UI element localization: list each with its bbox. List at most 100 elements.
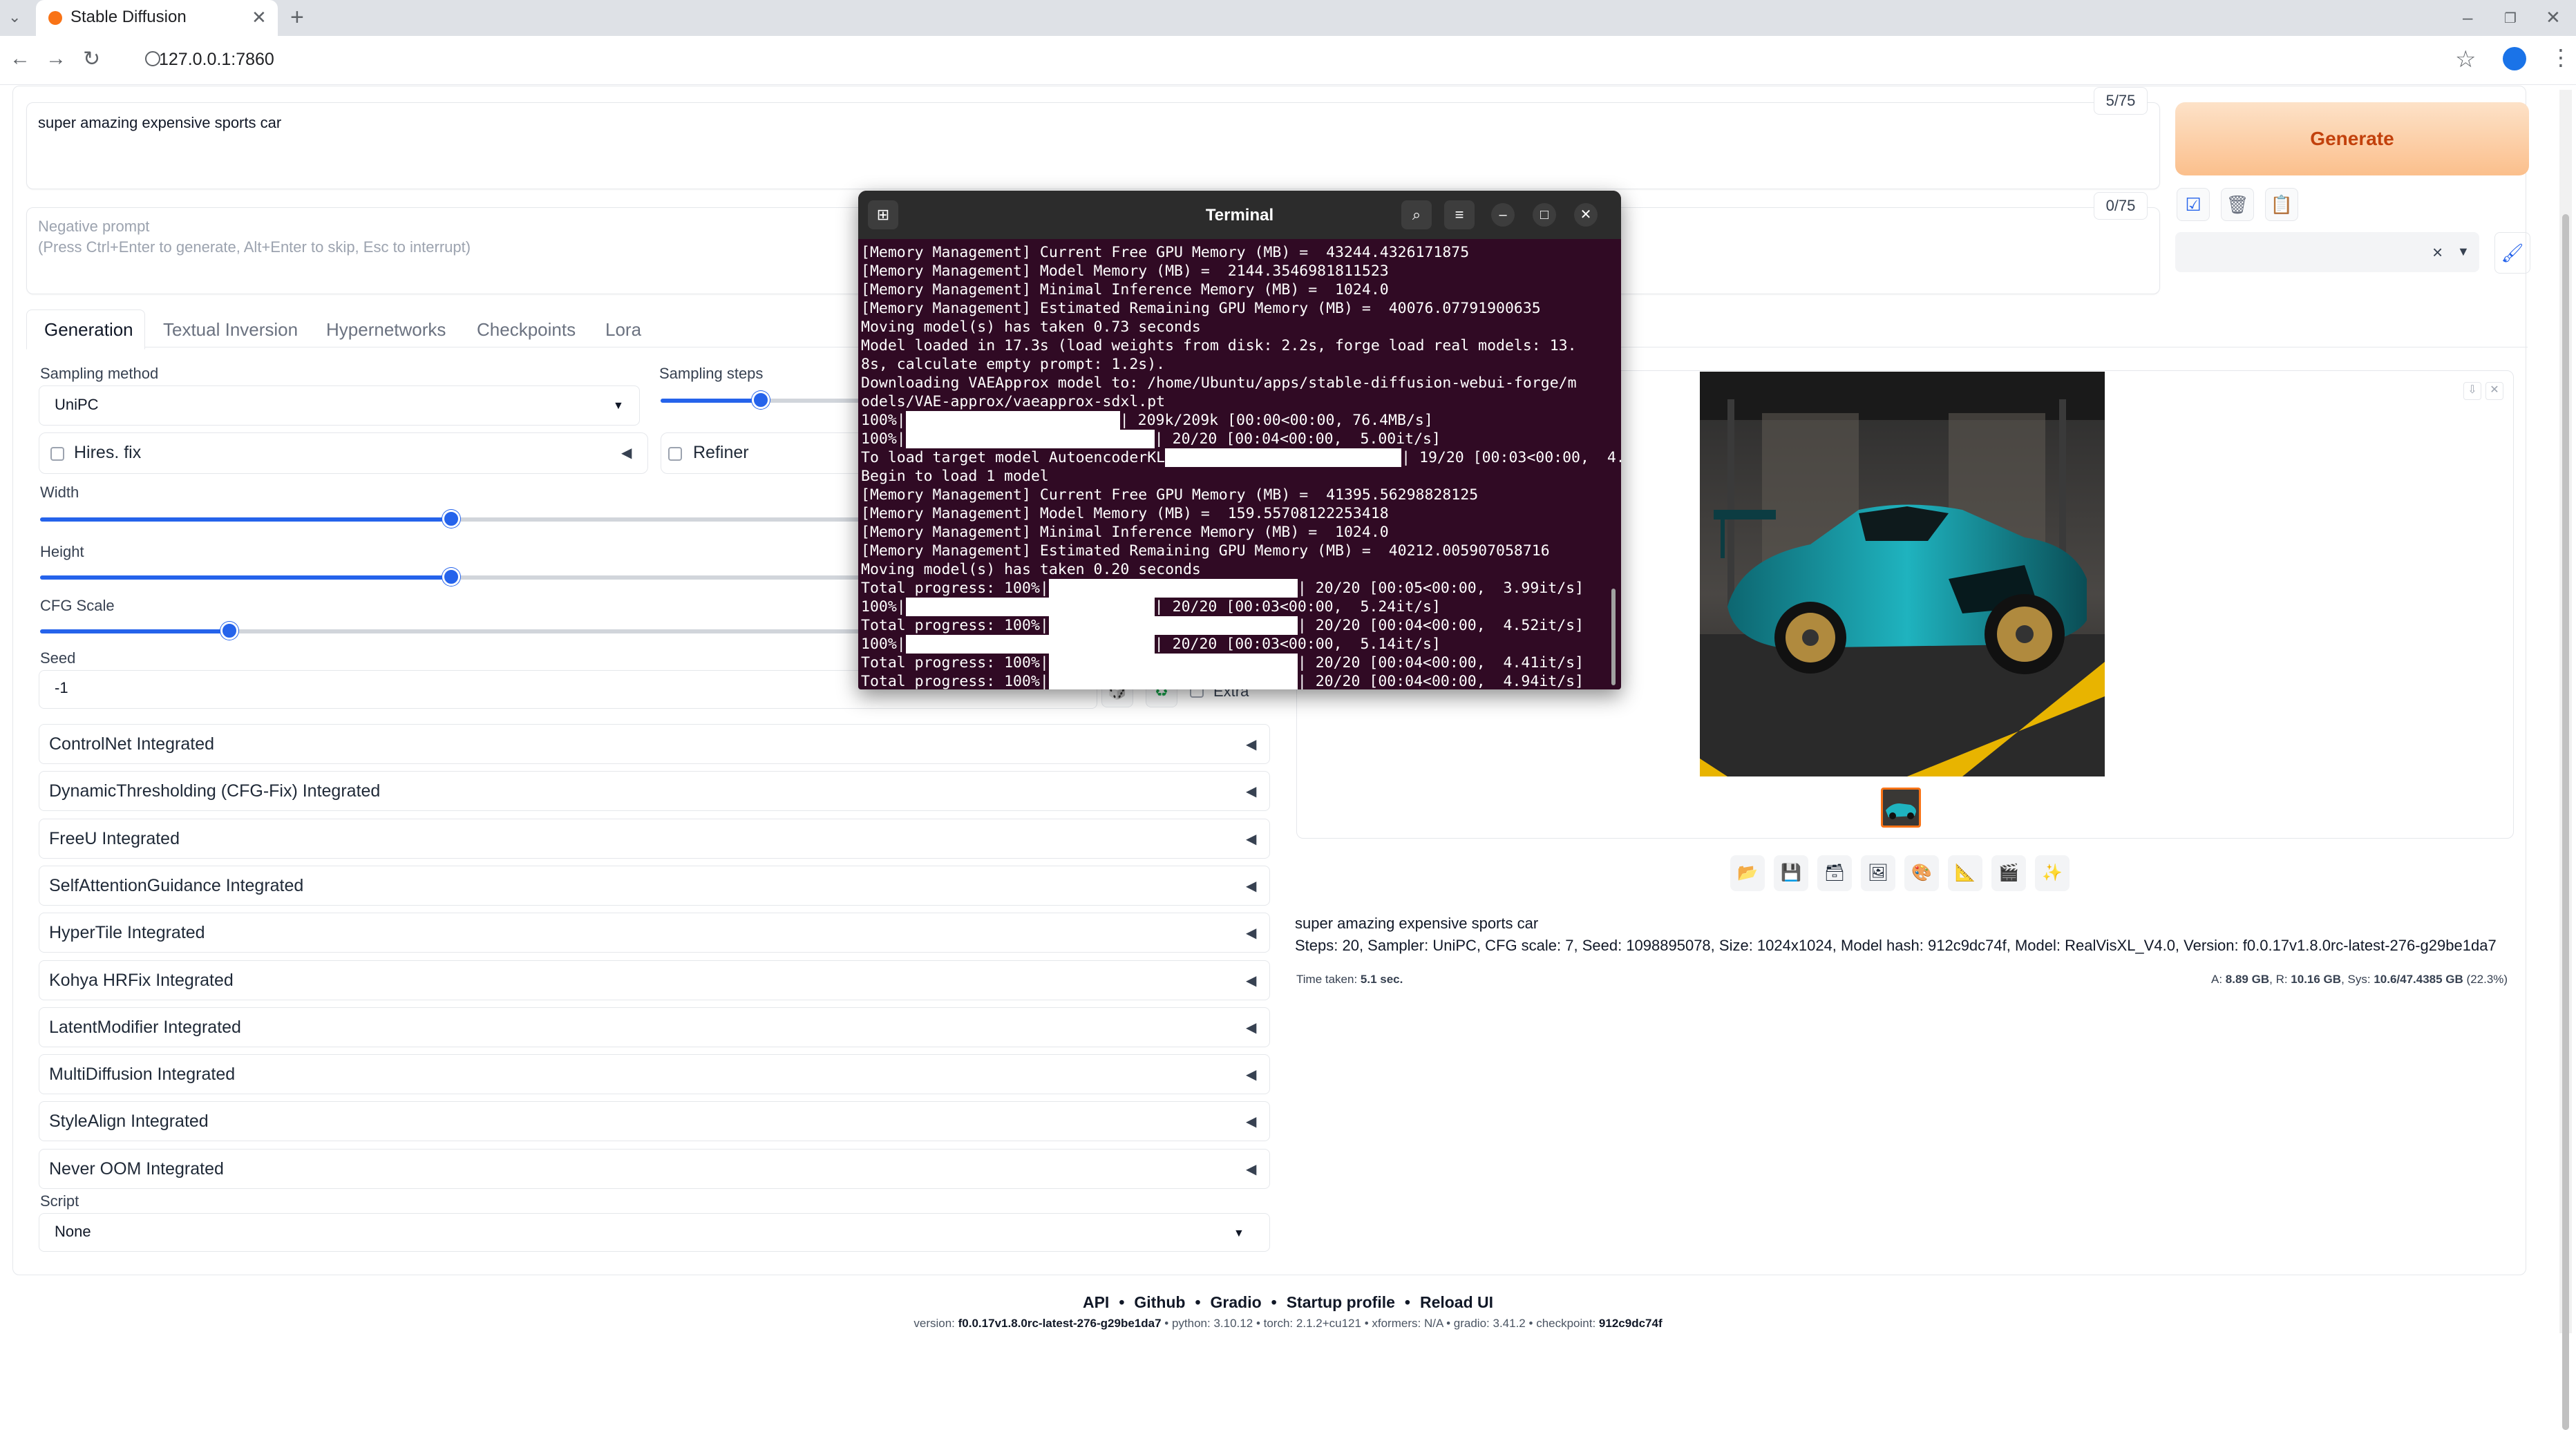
hires-fix-checkbox[interactable] — [50, 447, 64, 461]
footer-link[interactable]: Github — [1134, 1293, 1185, 1311]
accordion-item[interactable]: HyperTile Integrated ◀ — [39, 913, 1270, 953]
expand-arrow-icon[interactable]: ◀ — [1246, 924, 1256, 942]
film-icon[interactable]: 🎬 — [1991, 855, 2026, 891]
gallery-thumbnail[interactable] — [1881, 788, 1921, 828]
site-info-icon[interactable] — [145, 51, 160, 66]
accordion-item[interactable]: StyleAlign Integrated ◀ — [39, 1101, 1270, 1142]
expand-arrow-icon[interactable]: ◀ — [1246, 1019, 1256, 1036]
terminal-scrollbar-thumb[interactable] — [1611, 589, 1616, 685]
sampling-steps-knob[interactable] — [752, 391, 770, 409]
reload-icon[interactable]: ↻ — [83, 47, 100, 71]
accordion-item[interactable]: DynamicThresholding (CFG-Fix) Integrated… — [39, 771, 1270, 812]
browser-tab[interactable]: Stable Diffusion ✕ — [36, 0, 278, 36]
accordion-item[interactable]: SelfAttentionGuidance Integrated ◀ — [39, 865, 1270, 906]
address-bar[interactable]: 127.0.0.1:7860 — [131, 41, 2412, 77]
expand-arrow-icon[interactable]: ◀ — [1246, 783, 1256, 800]
tab-lora[interactable]: Lora — [605, 319, 641, 341]
edit-styles-brush-icon[interactable]: 🖌 — [2494, 232, 2530, 274]
refiner-accordion[interactable]: Refiner — [661, 432, 869, 474]
footer-link[interactable]: API — [1083, 1293, 1109, 1311]
tab-close-icon[interactable]: ✕ — [252, 7, 267, 28]
generate-button[interactable]: Generate — [2175, 102, 2529, 175]
minimize-window-icon[interactable]: – — [2463, 7, 2472, 28]
expand-arrow-icon[interactable]: ◀ — [1246, 830, 1256, 848]
expand-arrow-icon[interactable]: ◀ — [1246, 1161, 1256, 1178]
trash-icon[interactable]: 🗑 — [2221, 188, 2254, 221]
terminal-line: [Memory Management] Minimal Inference Me… — [861, 523, 1614, 542]
page-scrollbar-thumb[interactable] — [2562, 214, 2569, 1430]
accordion-item[interactable]: Kohya HRFix Integrated ◀ — [39, 960, 1270, 1000]
hires-fix-accordion[interactable]: Hires. fix ◀ — [39, 432, 648, 474]
terminal-line-text: Downloading VAEApprox model to: /home/Ub… — [861, 374, 1577, 392]
back-icon[interactable]: ← — [10, 47, 30, 70]
width-knob[interactable] — [442, 510, 460, 528]
page-scrollbar[interactable] — [2559, 90, 2572, 1430]
prompt-textarea[interactable]: super amazing expensive sports car — [26, 102, 2160, 189]
new-tab-button[interactable]: + — [290, 4, 304, 31]
forward-icon[interactable]: → — [46, 47, 66, 70]
tab-generation-label[interactable]: Generation — [44, 319, 133, 341]
profile-avatar-icon[interactable] — [2503, 47, 2526, 70]
sparkles-icon[interactable]: ✨ — [2035, 855, 2070, 891]
ruler-icon[interactable]: 📐 — [1948, 855, 1982, 891]
accordion-item[interactable]: LatentModifier Integrated ◀ — [39, 1007, 1270, 1047]
palette-icon[interactable]: 🎨 — [1904, 855, 1939, 891]
accordion-item[interactable]: FreeU Integrated ◀ — [39, 818, 1270, 859]
expand-arrow-icon[interactable]: ◀ — [1246, 972, 1256, 989]
generated-image[interactable] — [1700, 372, 2105, 776]
browser-menu-icon[interactable]: ⋮ — [2550, 44, 2572, 70]
sampling-method-dropdown[interactable]: UniPC ▼ — [39, 385, 640, 426]
refiner-checkbox[interactable] — [668, 447, 682, 461]
accordion-item[interactable]: ControlNet Integrated ◀ — [39, 724, 1270, 764]
tab-hypernetworks[interactable]: Hypernetworks — [326, 319, 446, 341]
chevron-down-icon[interactable]: ▼ — [2457, 245, 2470, 259]
tab-checkpoints[interactable]: Checkpoints — [477, 319, 576, 341]
styles-dropdown[interactable]: × ▼ — [2175, 232, 2479, 272]
cfg-scale-slider[interactable] — [40, 629, 862, 633]
zip-icon[interactable]: 🗃 — [1817, 855, 1852, 891]
output-generation-params: Steps: 20, Sampler: UniPC, CFG scale: 7,… — [1295, 937, 2497, 954]
close-icon[interactable]: ✕ — [2485, 382, 2503, 400]
expand-arrow-icon[interactable]: ◀ — [1246, 1113, 1256, 1130]
terminal-maximize-icon[interactable]: □ — [1533, 203, 1556, 227]
save-icon[interactable]: 💾 — [1774, 855, 1808, 891]
expand-arrow-icon[interactable]: ◀ — [1246, 1066, 1256, 1083]
clear-styles-icon[interactable]: × — [2432, 242, 2443, 263]
bookmark-star-icon[interactable]: ☆ — [2455, 46, 2476, 73]
height-knob[interactable] — [442, 568, 460, 586]
chevron-down-icon: ▼ — [1233, 1228, 1244, 1239]
expand-arrow-icon[interactable]: ◀ — [1246, 736, 1256, 753]
accordion-item[interactable]: Never OOM Integrated ◀ — [39, 1148, 1270, 1189]
download-icon[interactable]: ⇩ — [2463, 382, 2481, 400]
folder-icon[interactable]: 📂 — [1730, 855, 1765, 891]
footer-link[interactable]: Reload UI — [1420, 1293, 1493, 1311]
accordion-title: Kohya HRFix Integrated — [49, 970, 234, 990]
image-icon[interactable]: 🖼 — [1861, 855, 1895, 891]
terminal-close-icon[interactable]: ✕ — [1574, 203, 1598, 227]
terminal-search-icon[interactable]: ⌕ — [1401, 200, 1432, 229]
terminal-minimize-icon[interactable]: – — [1491, 203, 1515, 227]
seed-value[interactable]: -1 — [55, 679, 68, 697]
tab-textual-inversion[interactable]: Textual Inversion — [163, 319, 298, 341]
terminal-window[interactable]: ⊞ Terminal ⌕ ≡ – □ ✕ [Memory Management]… — [858, 191, 1621, 689]
footer-link[interactable]: Gradio — [1211, 1293, 1262, 1311]
clipboard-icon[interactable]: 📋 — [2265, 188, 2298, 221]
expand-arrow-icon[interactable]: ◀ — [1246, 877, 1256, 895]
restore-window-icon[interactable]: ❐ — [2504, 10, 2517, 27]
footer-link[interactable]: Startup profile — [1287, 1293, 1395, 1311]
script-dropdown[interactable]: None ▼ — [39, 1213, 1270, 1252]
mem-sys-label: Sys: — [2347, 973, 2371, 986]
accordion-item[interactable]: MultiDiffusion Integrated ◀ — [39, 1054, 1270, 1095]
expand-arrow-icon[interactable]: ◀ — [621, 444, 632, 461]
accordion-title: StyleAlign Integrated — [49, 1112, 209, 1132]
terminal-output[interactable]: [Memory Management] Current Free GPU Mem… — [861, 243, 1621, 689]
terminal-line-text: [Memory Management] Minimal Inference Me… — [861, 524, 1389, 541]
close-window-icon[interactable]: ✕ — [2546, 7, 2561, 28]
prompt-text[interactable]: super amazing expensive sports car — [38, 114, 281, 132]
url-text[interactable]: 127.0.0.1:7860 — [159, 50, 274, 70]
check-square-icon[interactable]: ☑ — [2177, 188, 2210, 221]
terminal-scrollbar[interactable] — [1611, 243, 1617, 685]
terminal-menu-icon[interactable]: ≡ — [1444, 200, 1475, 229]
cfg-scale-knob[interactable] — [220, 622, 238, 640]
tab-search-icon[interactable]: ⌄ — [8, 8, 21, 26]
